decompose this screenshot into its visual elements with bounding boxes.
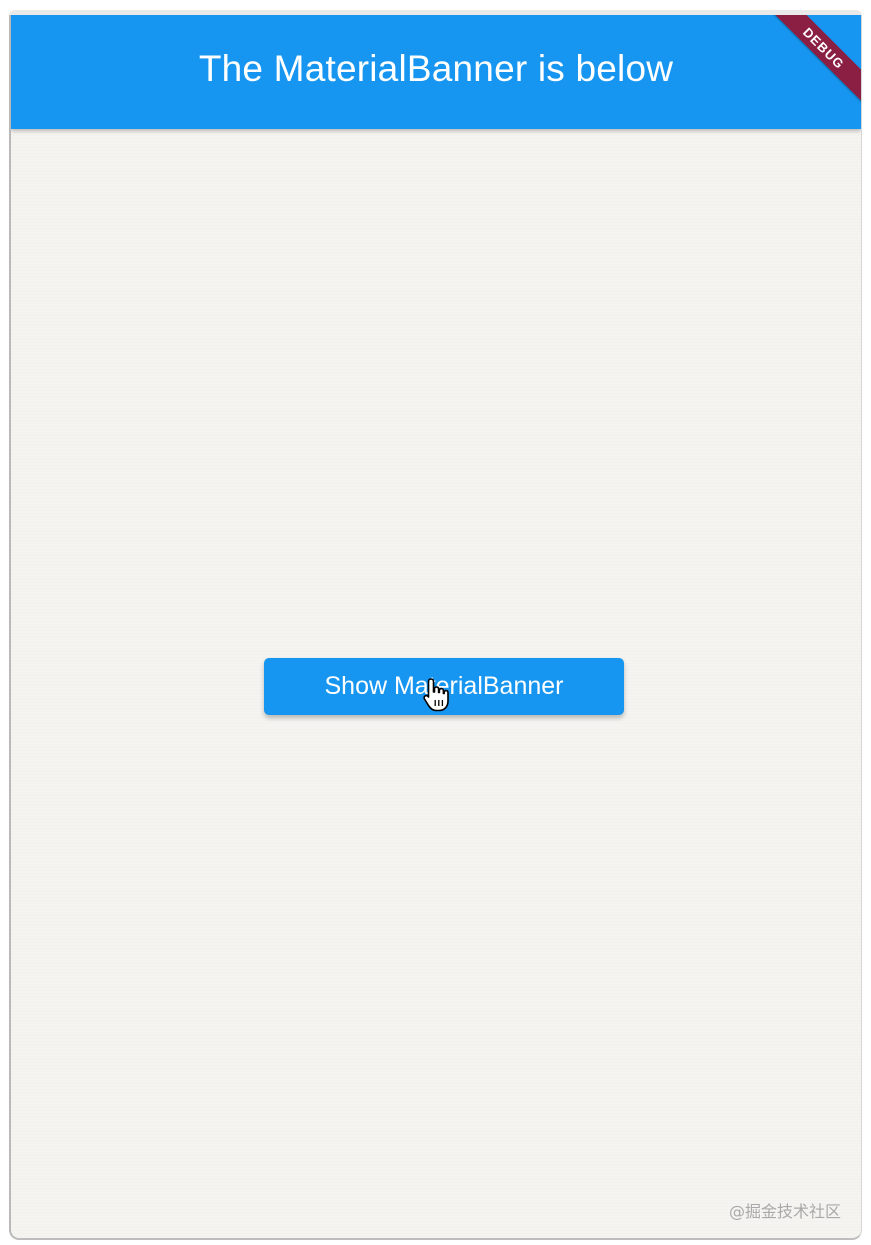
debug-banner: DEBUG xyxy=(751,15,861,125)
app-bar: The MaterialBanner is below DEBUG xyxy=(11,15,861,129)
debug-banner-label: DEBUG xyxy=(763,15,861,109)
hand-pointer-icon xyxy=(423,678,449,712)
watermark: @掘金技术社区 xyxy=(728,1202,841,1221)
app-bar-title: The MaterialBanner is below xyxy=(198,48,674,89)
app-window: The MaterialBanner is below DEBUG Show M… xyxy=(9,15,862,1240)
